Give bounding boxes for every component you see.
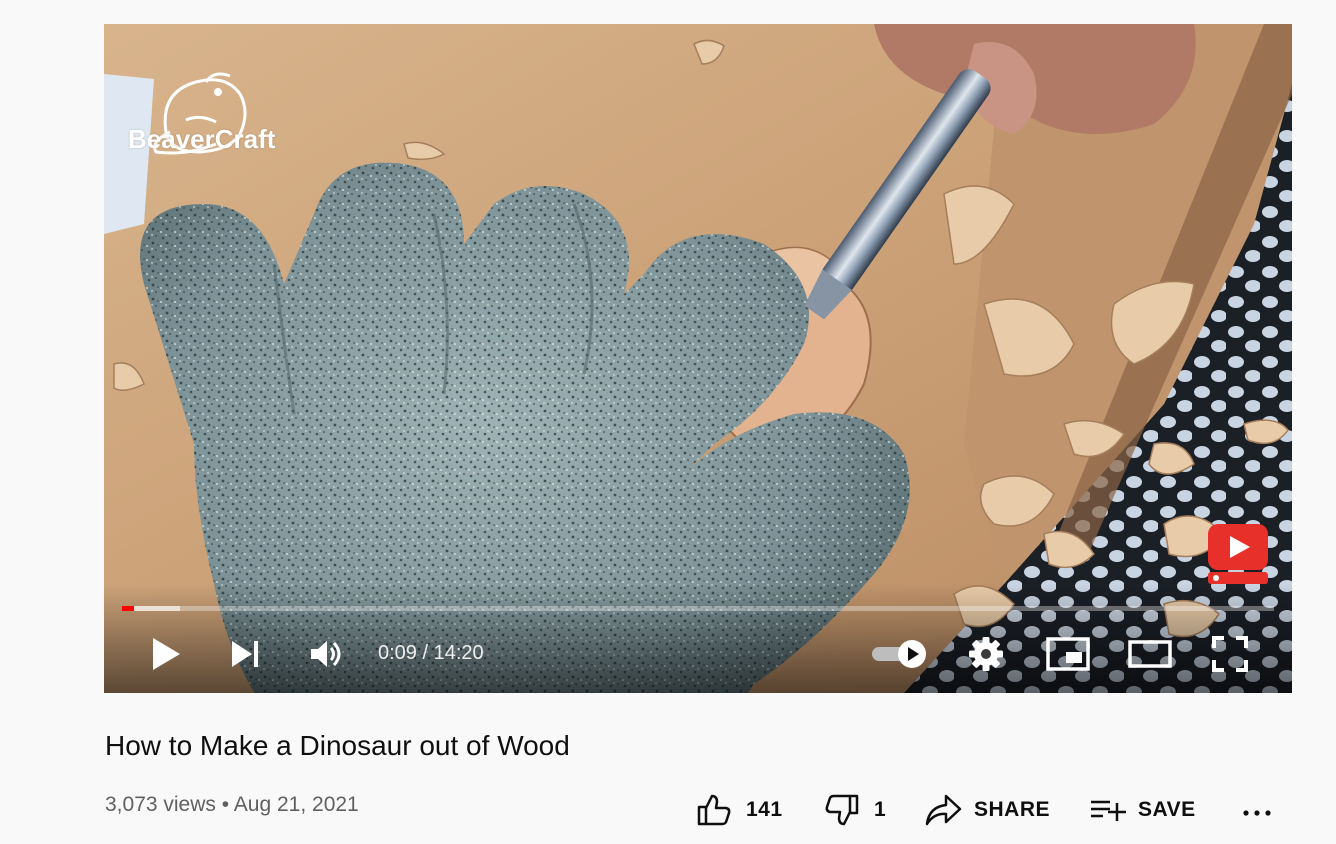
share-icon xyxy=(925,794,962,826)
settings-gear-icon xyxy=(969,637,1003,671)
more-icon: ... xyxy=(1243,810,1271,816)
like-button[interactable]: 141 xyxy=(696,788,783,832)
video-title: How to Make a Dinosaur out of Wood xyxy=(105,730,570,761)
share-button[interactable]: SHARE xyxy=(924,788,1050,832)
channel-watermark-logo[interactable] xyxy=(126,42,286,182)
theater-mode-icon xyxy=(1128,640,1172,668)
play-button[interactable] xyxy=(142,624,190,684)
autoplay-toggle[interactable] xyxy=(868,624,932,684)
progress-bar[interactable] xyxy=(122,606,1274,611)
theater-mode-button[interactable] xyxy=(1124,624,1176,684)
played-bar xyxy=(122,606,135,611)
save-button[interactable]: SAVE xyxy=(1088,788,1196,832)
duration: 14:20 xyxy=(433,642,484,664)
video-actions: 141 1 SHARE SAVE ... xyxy=(0,788,1336,832)
miniplayer-icon xyxy=(1046,637,1090,671)
player-controls: 0:09 / 14:20 xyxy=(104,624,1292,684)
share-label: SHARE xyxy=(974,798,1051,821)
video-player[interactable]: BeaverCraft 0:09 / 14:20 xyxy=(104,24,1292,693)
more-actions-button[interactable]: ... xyxy=(1240,788,1274,832)
like-icon xyxy=(697,794,731,826)
youtube-logo-icon[interactable] xyxy=(1208,524,1270,588)
settings-button[interactable] xyxy=(962,624,1010,684)
save-label: SAVE xyxy=(1138,798,1196,821)
dislike-count: 1 xyxy=(874,798,887,821)
current-time: 0:09 xyxy=(378,642,417,664)
fullscreen-button[interactable] xyxy=(1206,624,1254,684)
dislike-icon xyxy=(825,794,859,826)
next-icon xyxy=(232,641,258,667)
like-count: 141 xyxy=(746,798,783,821)
fullscreen-icon xyxy=(1212,636,1248,672)
dislike-button[interactable]: 1 xyxy=(824,788,886,832)
autoplay-toggle-icon xyxy=(872,640,926,668)
time-display: 0:09 / 14:20 xyxy=(378,624,484,684)
mute-button[interactable] xyxy=(302,624,350,684)
volume-icon xyxy=(311,641,341,667)
time-separator: / xyxy=(422,642,434,664)
save-playlist-icon xyxy=(1091,800,1126,821)
miniplayer-button[interactable] xyxy=(1042,624,1094,684)
next-button[interactable] xyxy=(222,624,270,684)
channel-watermark-text: BeaverCraft xyxy=(128,124,276,154)
play-icon xyxy=(153,638,180,670)
